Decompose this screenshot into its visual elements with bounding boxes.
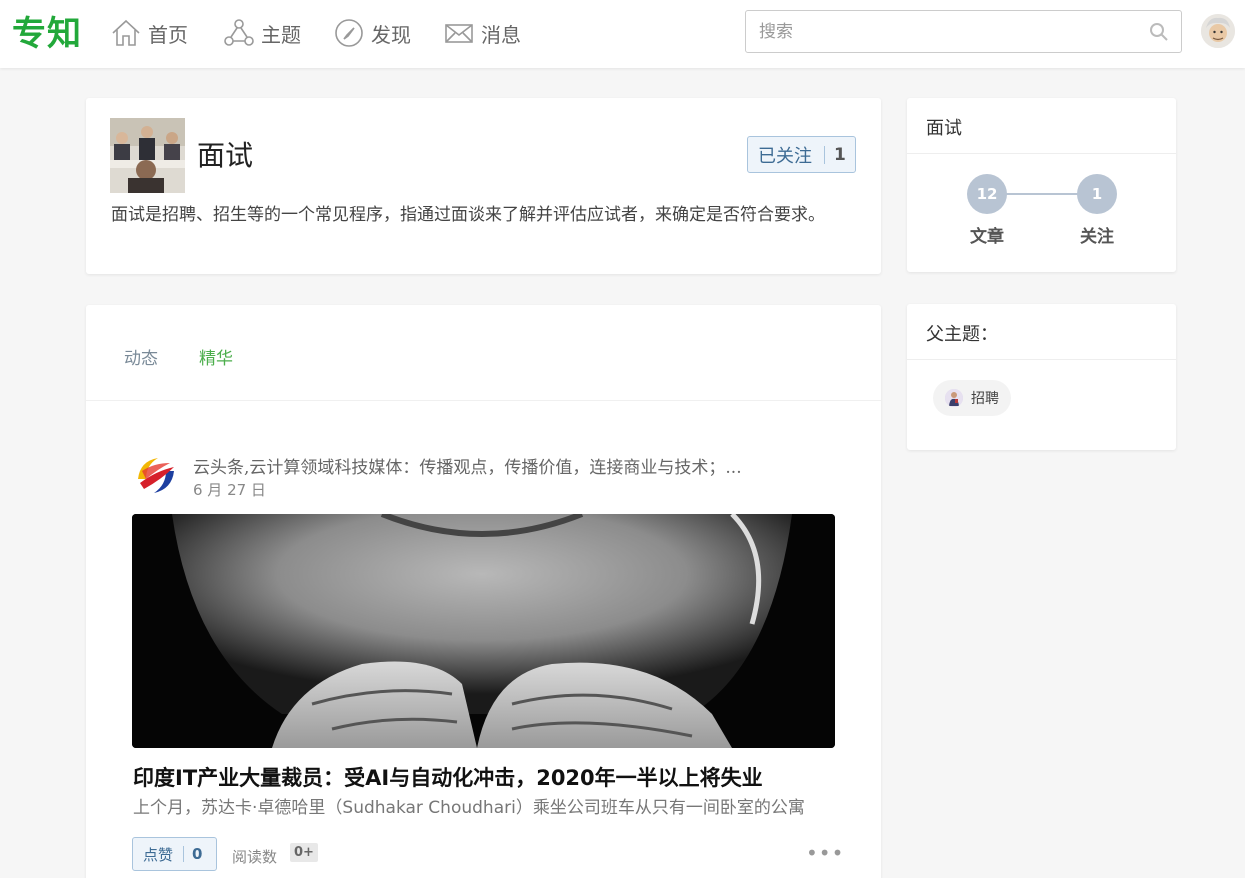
topic-title: 面试: [197, 139, 254, 172]
nav-messages[interactable]: 消息: [443, 17, 521, 49]
post-author-avatar[interactable]: [134, 453, 178, 497]
followers-label: 关注: [1080, 227, 1114, 247]
top-navbar: 专知 首页 主题 发现 消息: [0, 0, 1245, 68]
like-button[interactable]: 点赞 0: [132, 837, 217, 871]
follow-divider: [824, 145, 825, 164]
search-box: [745, 10, 1182, 53]
topic-card: 面试 已关注 1 面试是招聘、招生等的一个常见程序，指通过面谈来了解并评估应试者…: [86, 98, 881, 274]
mail-icon: [445, 24, 473, 43]
like-label: 点赞: [143, 845, 174, 864]
parent-topic-card: 父主题： 招聘: [907, 304, 1176, 450]
site-logo[interactable]: 专知: [12, 6, 82, 55]
like-count: 0: [192, 845, 203, 863]
nav-messages-label: 消息: [481, 22, 521, 47]
post-excerpt: 上个月，苏达卡·卓德哈里（Sudhakar Choudhari）乘坐公司班车从只…: [133, 798, 805, 818]
feed-tabs: 动态 精华: [86, 305, 881, 401]
home-icon: [112, 19, 140, 46]
post-date: 6 月 27 日: [193, 481, 266, 499]
compass-icon: [335, 19, 363, 47]
search-input[interactable]: [746, 11, 1126, 52]
search-icon[interactable]: [1149, 22, 1169, 42]
tag-avatar-icon: [945, 389, 963, 407]
post-cover-image[interactable]: [132, 514, 835, 748]
nav-topics[interactable]: 主题: [223, 17, 301, 49]
like-divider: [183, 846, 185, 862]
parent-tag-label: 招聘: [971, 391, 999, 407]
follow-label: 已关注: [758, 145, 812, 167]
followers-count: 1: [1077, 174, 1117, 214]
tab-dynamic[interactable]: 动态: [124, 344, 158, 369]
tab-essence[interactable]: 精华: [199, 344, 233, 369]
nav-home[interactable]: 首页: [110, 17, 188, 49]
stat-articles[interactable]: 12 文章: [947, 174, 1027, 247]
parent-header: 父主题：: [907, 304, 1176, 360]
articles-label: 文章: [970, 227, 1004, 247]
stats-header: 面试: [907, 98, 1176, 154]
articles-count: 12: [967, 174, 1007, 214]
nav-discover[interactable]: 发现: [333, 17, 411, 49]
more-options-icon[interactable]: •••: [806, 841, 844, 865]
nav-home-label: 首页: [148, 22, 188, 47]
topic-stats-card: 面试 12 文章 1 关注: [907, 98, 1176, 272]
parent-tag[interactable]: 招聘: [933, 380, 1011, 416]
topic-description: 面试是招聘、招生等的一个常见程序，指通过面谈来了解并评估应试者，来确定是否符合要…: [111, 205, 825, 225]
topics-icon: [224, 19, 254, 46]
post-title[interactable]: 印度IT产业大量裁员：受AI与自动化冲击，2020年一半以上将失业: [133, 762, 763, 792]
avatar-face-icon: [1201, 14, 1235, 48]
stat-followers[interactable]: 1 关注: [1057, 174, 1137, 247]
feed-card: 动态 精华 云头条,云计算领域科技媒体：传播观点，传播价值，连接商业与技术；..…: [86, 305, 881, 878]
user-avatar[interactable]: [1201, 14, 1235, 48]
follow-button[interactable]: 已关注 1: [747, 136, 856, 173]
reads-label: 阅读数: [232, 848, 278, 866]
nav-discover-label: 发现: [371, 22, 411, 47]
follow-count: 1: [834, 144, 846, 165]
post-author[interactable]: 云头条,云计算领域科技媒体：传播观点，传播价值，连接商业与技术；...: [193, 453, 803, 478]
reads-count: 0+: [290, 843, 318, 862]
topic-image: [110, 118, 185, 193]
nav-topics-label: 主题: [261, 22, 301, 47]
